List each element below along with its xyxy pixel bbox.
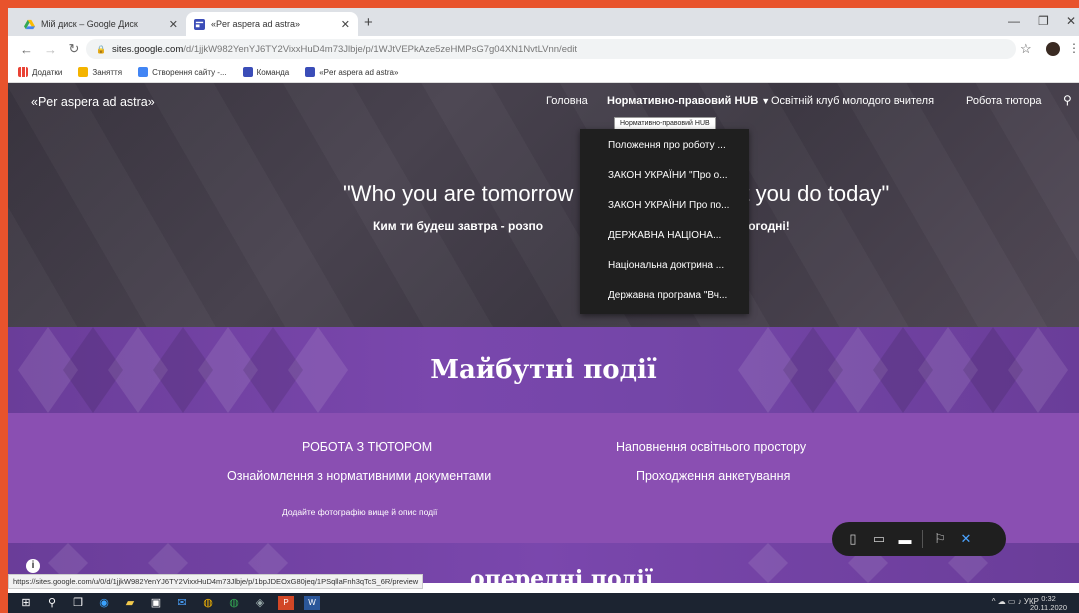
sites-icon: [138, 67, 149, 77]
dropdown-item[interactable]: Положення про роботу ...: [608, 140, 726, 151]
sites-icon: [305, 67, 316, 77]
edge-icon[interactable]: ◉: [96, 596, 112, 610]
browser-toolbar: ← → ↻ 🔒 sites.google.com/d/1jjkW982YenYJ…: [8, 36, 1079, 62]
powerpoint-icon[interactable]: P: [278, 596, 294, 610]
url-path: /d/1jjkW982YenYJ6TY2VixxHuD4m73Jlbje/p/1…: [183, 43, 578, 55]
profile-avatar[interactable]: [1046, 42, 1060, 56]
legal-hub-dropdown: Положення про роботу ... ЗАКОН УКРАЇНИ "…: [580, 129, 749, 314]
dropdown-item[interactable]: Державна програма "Вч...: [608, 290, 727, 301]
back-icon[interactable]: ←: [20, 42, 33, 57]
chrome-icon[interactable]: ◍: [200, 596, 216, 610]
task-view-icon[interactable]: ❒: [70, 596, 86, 610]
tablet-preview-icon[interactable]: ▭: [866, 531, 892, 547]
event-learning-space: Наповнення освітнього простору: [616, 440, 807, 454]
forward-icon[interactable]: →: [44, 42, 57, 57]
clock[interactable]: 0:32 20.11.2020: [1030, 594, 1067, 612]
event-legal-docs: Ознайомлення з нормативними документами: [227, 469, 492, 483]
nav-legal-hub[interactable]: Нормативно-правовий HUB ▼: [607, 95, 770, 107]
word-icon[interactable]: W: [304, 596, 320, 610]
dropdown-item[interactable]: ЗАКОН УКРАЇНИ "Про о...: [608, 170, 728, 181]
feedback-icon[interactable]: ⚐: [927, 531, 953, 547]
dropdown-item[interactable]: ЗАКОН УКРАЇНИ Про по...: [608, 200, 729, 211]
phone-preview-icon[interactable]: ▯: [840, 531, 866, 547]
tab-title: «Per aspera ad astra»: [211, 19, 301, 29]
search-icon[interactable]: ⚲: [44, 596, 60, 610]
bookmark-team[interactable]: Команда: [242, 67, 289, 77]
bookmark-classes[interactable]: Заняття: [78, 67, 122, 77]
close-tab-icon[interactable]: ✕: [169, 18, 178, 31]
store-icon[interactable]: ▣: [148, 596, 164, 610]
address-bar[interactable]: 🔒 sites.google.com/d/1jjkW982YenYJ6TY2Vi…: [86, 39, 1016, 59]
file-explorer-icon[interactable]: ▰: [122, 596, 138, 610]
site-brand[interactable]: «Per aspera ad astra»: [31, 95, 155, 109]
lock-icon: 🔒: [96, 44, 106, 54]
chevron-down-icon: ▼: [761, 96, 771, 106]
windows-taskbar: ⊞ ⚲ ❒ ◉ ▰ ▣ ✉ ◍ ◍ ◈ P W ^ ☁ ▭ ♪ УКР 0:32…: [8, 593, 1079, 613]
bookmark-per-aspera[interactable]: «Per aspera ad astra»: [305, 67, 398, 77]
nav-teacher-club[interactable]: Освітній клуб молодого вчителя: [771, 95, 934, 107]
url-host: sites.google.com: [111, 43, 184, 55]
windows-start-icon[interactable]: ⊞: [18, 596, 34, 610]
past-events-title: опередні події: [470, 566, 654, 583]
nav-tutor-work[interactable]: Робота тютора: [966, 95, 1042, 107]
maximize-icon[interactable]: ❐: [1038, 14, 1049, 28]
google-sites-icon: [194, 18, 205, 30]
close-tab-icon[interactable]: ✕: [341, 18, 350, 31]
app-icon[interactable]: ◈: [252, 596, 268, 610]
close-window-icon[interactable]: ✕: [1066, 14, 1076, 28]
browser-window: Мій диск – Google Диск ✕ «Per aspera ad …: [8, 8, 1079, 613]
search-icon[interactable]: ⚲: [1063, 93, 1072, 107]
site-content: «Per aspera ad astra» Головна Нормативно…: [8, 83, 1079, 583]
close-preview-icon[interactable]: ✕: [953, 531, 979, 547]
chrome-profile-icon[interactable]: ◍: [226, 596, 242, 610]
apps-grid-icon: [18, 67, 28, 77]
google-drive-icon: [24, 19, 35, 29]
upcoming-events-title: Майбутні події: [430, 355, 657, 385]
minimize-icon[interactable]: —: [1008, 14, 1020, 28]
dropdown-item[interactable]: ДЕРЖАВНА НАЦІОНА...: [608, 230, 721, 241]
event-hint: Додайте фотографію вище й опис події: [282, 507, 438, 517]
device-preview-bar: ▯ ▭ ▬ ⚐ ✕: [832, 522, 1006, 556]
tab-bar: Мій диск – Google Диск ✕ «Per aspera ad …: [8, 8, 1079, 36]
bookmark-apps[interactable]: Додатки: [18, 67, 62, 77]
desktop-preview-icon[interactable]: ▬: [892, 532, 918, 547]
divider: [922, 530, 923, 548]
classroom-icon: [78, 67, 89, 77]
event-survey: Проходження анкетування: [636, 469, 791, 483]
dropdown-item[interactable]: Національна доктрина ...: [608, 260, 724, 271]
tab-per-aspera[interactable]: «Per aspera ad astra» ✕: [186, 12, 358, 36]
new-tab-button[interactable]: +: [364, 14, 373, 31]
status-bar-url: https://sites.google.com/u/0/d/1jjkW982Y…: [8, 574, 424, 589]
tab-title: Мій диск – Google Диск: [41, 19, 138, 29]
mail-icon[interactable]: ✉: [174, 596, 190, 610]
nav-home[interactable]: Головна: [546, 95, 588, 107]
bookmarks-bar: Додатки Заняття Створення сайту -... Ком…: [8, 62, 1079, 83]
sites-icon: [242, 67, 253, 77]
reload-icon[interactable]: ↻: [68, 41, 80, 57]
event-tutor-work: РОБОТА З ТЮТОРОМ: [302, 440, 433, 454]
info-icon[interactable]: i: [26, 559, 40, 573]
menu-icon[interactable]: ⋮: [1068, 41, 1079, 55]
bookmark-create-site[interactable]: Створення сайту -...: [138, 67, 227, 77]
bookmark-star-icon[interactable]: ☆: [1020, 41, 1032, 57]
tab-google-drive[interactable]: Мій диск – Google Диск ✕: [16, 12, 186, 36]
